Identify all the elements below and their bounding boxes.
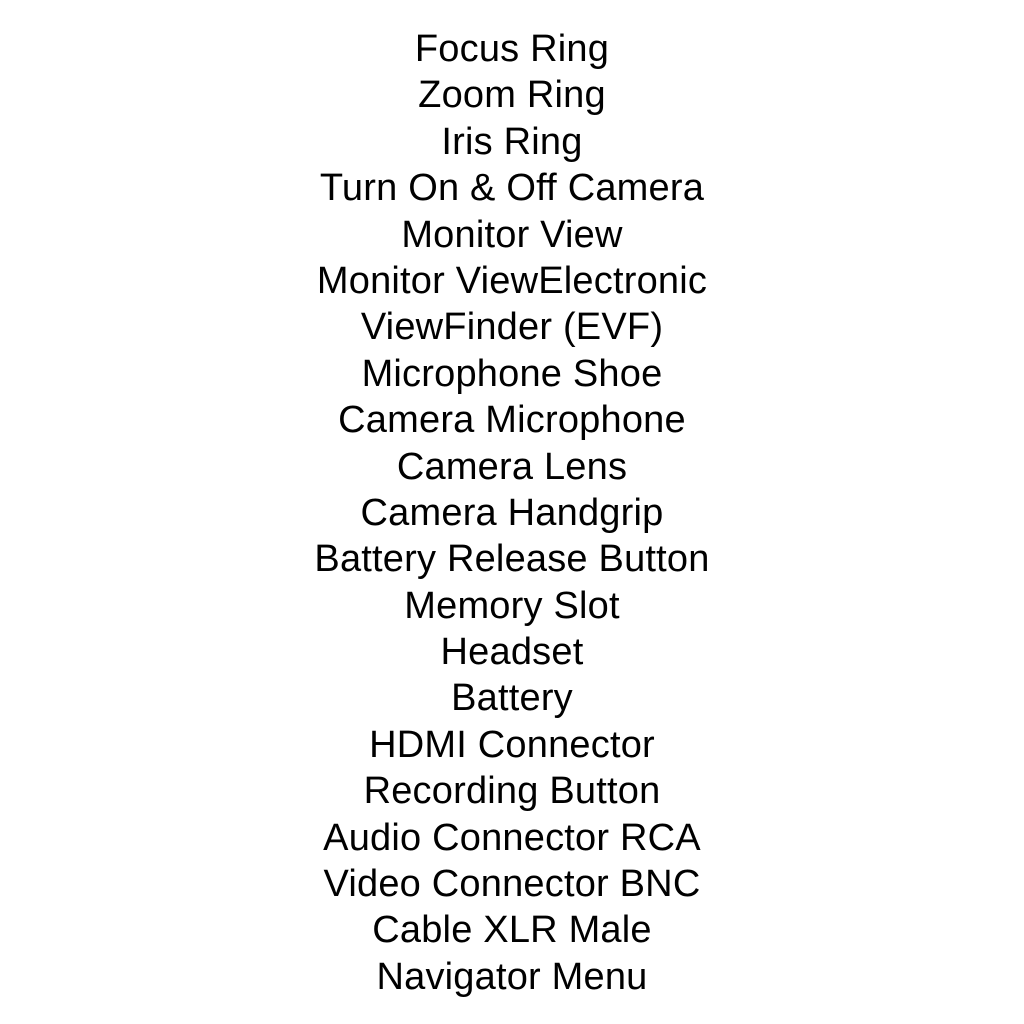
label-monitor-view-electronic: Monitor ViewElectronic bbox=[316, 259, 708, 302]
label-focus-ring: Focus Ring bbox=[414, 28, 610, 70]
label-battery-release-button: Battery Release Button bbox=[314, 538, 710, 581]
label-zoom-ring: Zoom Ring bbox=[418, 74, 606, 117]
label-camera-handgrip: Camera Handgrip bbox=[360, 491, 664, 534]
label-hdmi-connector: HDMI Connector bbox=[369, 723, 655, 766]
label-viewfinder-evf: ViewFinder (EVF) bbox=[360, 306, 664, 349]
label-camera-microphone: Camera Microphone bbox=[338, 399, 686, 442]
camera-parts-label-list: Focus Ring Zoom Ring Iris Ring Turn On &… bbox=[0, 26, 1024, 1000]
label-cable-xlr-male: Cable XLR Male bbox=[372, 909, 652, 952]
label-recording-button: Recording Button bbox=[363, 770, 661, 813]
label-memory-slot: Memory Slot bbox=[404, 584, 620, 627]
label-iris-ring: Iris Ring bbox=[441, 120, 583, 163]
label-audio-connector-rca: Audio Connector RCA bbox=[323, 816, 701, 859]
label-camera-lens: Camera Lens bbox=[396, 445, 628, 488]
label-microphone-shoe: Microphone Shoe bbox=[361, 352, 663, 395]
label-video-connector-bnc: Video Connector BNC bbox=[323, 863, 701, 906]
label-monitor-view: Monitor View bbox=[401, 213, 623, 256]
label-navigator-menu: Navigator Menu bbox=[376, 955, 648, 998]
label-turn-on-off-camera: Turn On & Off Camera bbox=[319, 167, 705, 210]
label-headset: Headset bbox=[440, 631, 584, 674]
label-battery: Battery bbox=[451, 677, 573, 720]
